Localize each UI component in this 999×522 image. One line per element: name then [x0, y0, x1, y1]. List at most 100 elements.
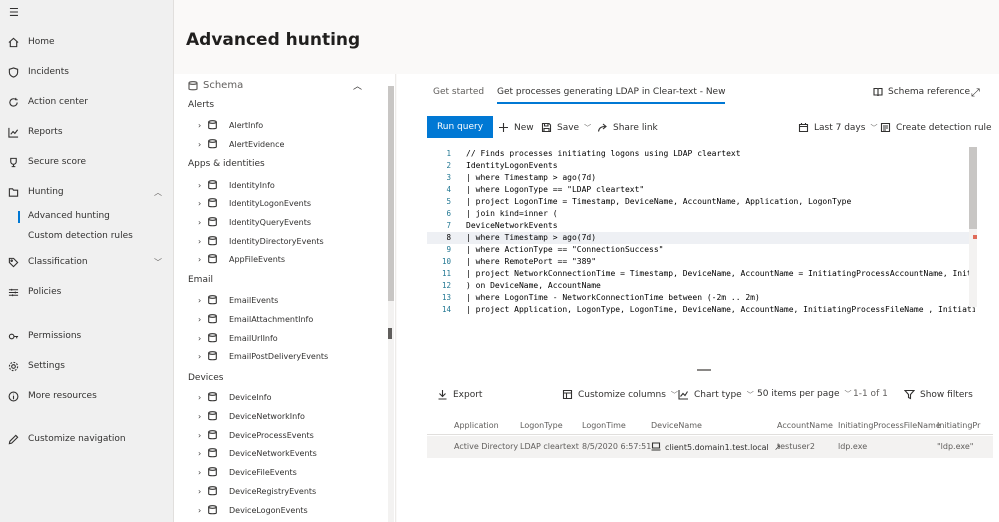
schema-table-item[interactable]: › EmailAttachmentInfo	[198, 311, 313, 327]
new-query-button[interactable]: New	[498, 122, 534, 133]
cell-logontype: LDAP cleartext	[520, 442, 579, 451]
export-button[interactable]: Export	[437, 389, 482, 400]
table-icon	[208, 120, 220, 130]
refresh-icon	[7, 96, 19, 108]
nav-item-label: Incidents	[28, 67, 69, 77]
page-title: Advanced hunting	[186, 30, 361, 50]
show-filters-button[interactable]: Show filters	[904, 389, 973, 400]
nav-item-hunting[interactable]: Hunting ︿	[0, 181, 174, 203]
expand-icon[interactable]: ⤢	[971, 86, 980, 100]
schema-table-item[interactable]: › IdentityLogonEvents	[198, 195, 311, 211]
nav-item-policies[interactable]: Policies	[0, 281, 174, 303]
column-header-application[interactable]: Application	[454, 421, 499, 430]
nav-item-customize-navigation[interactable]: Customize navigation	[0, 428, 174, 450]
schema-reference-link[interactable]: Schema reference	[873, 87, 970, 97]
nav-item-settings[interactable]: Settings	[0, 355, 174, 377]
nav-item-label: Reports	[28, 127, 63, 137]
schema-table-item[interactable]: › EmailEvents	[198, 292, 278, 308]
table-icon	[208, 180, 220, 190]
download-icon	[438, 390, 447, 400]
table-icon	[208, 486, 220, 496]
column-header-initiatingprocessfilename[interactable]: InitiatingProcessFileName	[838, 421, 941, 430]
column-header-logontype[interactable]: LogonType	[520, 421, 563, 430]
customize-columns-dropdown[interactable]: Customize columns ﹀	[562, 389, 678, 400]
schema-table-item[interactable]: › EmailPostDeliveryEvents	[198, 348, 328, 364]
chevron-right-icon: ›	[198, 505, 202, 515]
items-per-page-dropdown[interactable]: 50 items per page ﹀	[757, 389, 852, 399]
schema-table-item[interactable]: › AlertEvidence	[198, 136, 284, 152]
time-range-dropdown[interactable]: Last 7 days ﹀	[798, 122, 877, 133]
share-link-button[interactable]: Share link	[597, 122, 658, 133]
schema-table-item[interactable]: › DeviceProcessEvents	[198, 427, 314, 443]
chart-icon	[678, 390, 688, 400]
nav-item-home[interactable]: Home	[0, 31, 174, 53]
nav-item-more-resources[interactable]: More resources	[0, 385, 174, 407]
editor-line: 14 | project Application, LogonType, Logo…	[441, 305, 975, 314]
chevron-right-icon: ›	[198, 333, 202, 343]
column-header-logontime[interactable]: LogonTime	[582, 421, 626, 430]
nav-sub-advanced-hunting[interactable]: Advanced hunting	[0, 208, 174, 226]
save-button[interactable]: Save ﹀	[541, 122, 591, 133]
create-detection-rule-button[interactable]: Create detection rule	[880, 122, 992, 133]
tag-icon	[7, 256, 19, 268]
schema-table-item[interactable]: › DeviceInfo	[198, 389, 272, 405]
chevron-right-icon: ›	[198, 295, 202, 305]
schema-table-item[interactable]: › IdentityInfo	[198, 177, 275, 193]
nav-sub-label: Advanced hunting	[28, 211, 110, 221]
home-icon	[7, 36, 19, 48]
schema-group-devices: Devices	[188, 373, 224, 383]
chevron-right-icon: ›	[198, 314, 202, 324]
nav-item-reports[interactable]: Reports	[0, 121, 174, 143]
save-icon	[541, 122, 552, 133]
schema-scrollbar[interactable]	[388, 86, 394, 522]
column-header-devicename[interactable]: DeviceName	[651, 421, 702, 430]
pencil-icon	[7, 433, 19, 445]
info-icon	[7, 390, 19, 402]
column-header-initiatingprocess[interactable]: InitiatingPr	[937, 421, 980, 430]
chart-type-dropdown[interactable]: Chart type ﹀	[678, 389, 754, 400]
schema-table-item[interactable]: › DeviceNetworkEvents	[198, 445, 317, 461]
chevron-right-icon: ›	[198, 180, 202, 190]
cell-devicename[interactable]: client5.domain1.test.local ↗	[651, 442, 781, 452]
table-icon	[208, 217, 220, 227]
editor-line: 2 IdentityLogonEvents	[446, 161, 558, 170]
schema-table-item[interactable]: › AppFileEvents	[198, 251, 285, 267]
database-icon	[188, 80, 198, 90]
nav-sub-custom-detection-rules[interactable]: Custom detection rules	[0, 228, 174, 246]
editor-scrollbar-thumb[interactable]	[969, 147, 977, 229]
chevron-right-icon: ›	[198, 254, 202, 264]
table-icon	[208, 198, 220, 208]
editor-current-line: 8 | where Timestamp > ago(7d)	[427, 232, 975, 244]
schema-table-item[interactable]: › IdentityQueryEvents	[198, 214, 311, 230]
schema-table-item[interactable]: › EmailUrlInfo	[198, 330, 278, 346]
cell-accountname: testuser2	[777, 442, 815, 451]
tab-query[interactable]: Get processes generating LDAP in Clear-t…	[497, 87, 726, 104]
nav-item-permissions[interactable]: Permissions	[0, 325, 174, 347]
column-header-accountname[interactable]: AccountName	[777, 421, 833, 430]
nav-item-classification[interactable]: Classification ﹀	[0, 251, 174, 273]
schema-table-item[interactable]: › DeviceFileEvents	[198, 464, 297, 480]
schema-table-item[interactable]: › IdentityDirectoryEvents	[198, 233, 324, 249]
schema-table-item[interactable]: › DeviceRegistryEvents	[198, 483, 316, 499]
nav-item-secure-score[interactable]: Secure score	[0, 151, 174, 173]
editor-scrollbar[interactable]	[969, 147, 977, 307]
chevron-right-icon: ›	[198, 139, 202, 149]
hunting-icon	[7, 186, 19, 198]
chevron-right-icon: ›	[198, 120, 202, 130]
panel-splitter-handle[interactable]	[697, 369, 711, 371]
run-query-button[interactable]: Run query	[427, 116, 493, 138]
nav-item-action-center[interactable]: Action center	[0, 91, 174, 113]
tab-get-started[interactable]: Get started	[433, 87, 484, 97]
schema-scrollbar-thumb[interactable]	[388, 86, 394, 301]
nav-item-label: Permissions	[28, 331, 82, 341]
schema-table-item[interactable]: › DeviceLogonEvents	[198, 502, 308, 518]
schema-table-item[interactable]: › DeviceNetworkInfo	[198, 408, 305, 424]
collapse-schema-icon[interactable]: ︿	[353, 79, 362, 92]
nav-item-incidents[interactable]: Incidents	[0, 61, 174, 83]
schema-reference-label: Schema reference	[888, 87, 971, 97]
nav-item-label: Action center	[28, 97, 89, 107]
hamburger-menu-icon[interactable]: ☰	[9, 6, 21, 19]
query-editor[interactable]: 1// Finds processes initiating logons us…	[427, 146, 975, 366]
shield-icon	[7, 66, 19, 78]
schema-table-item[interactable]: › AlertInfo	[198, 117, 263, 133]
